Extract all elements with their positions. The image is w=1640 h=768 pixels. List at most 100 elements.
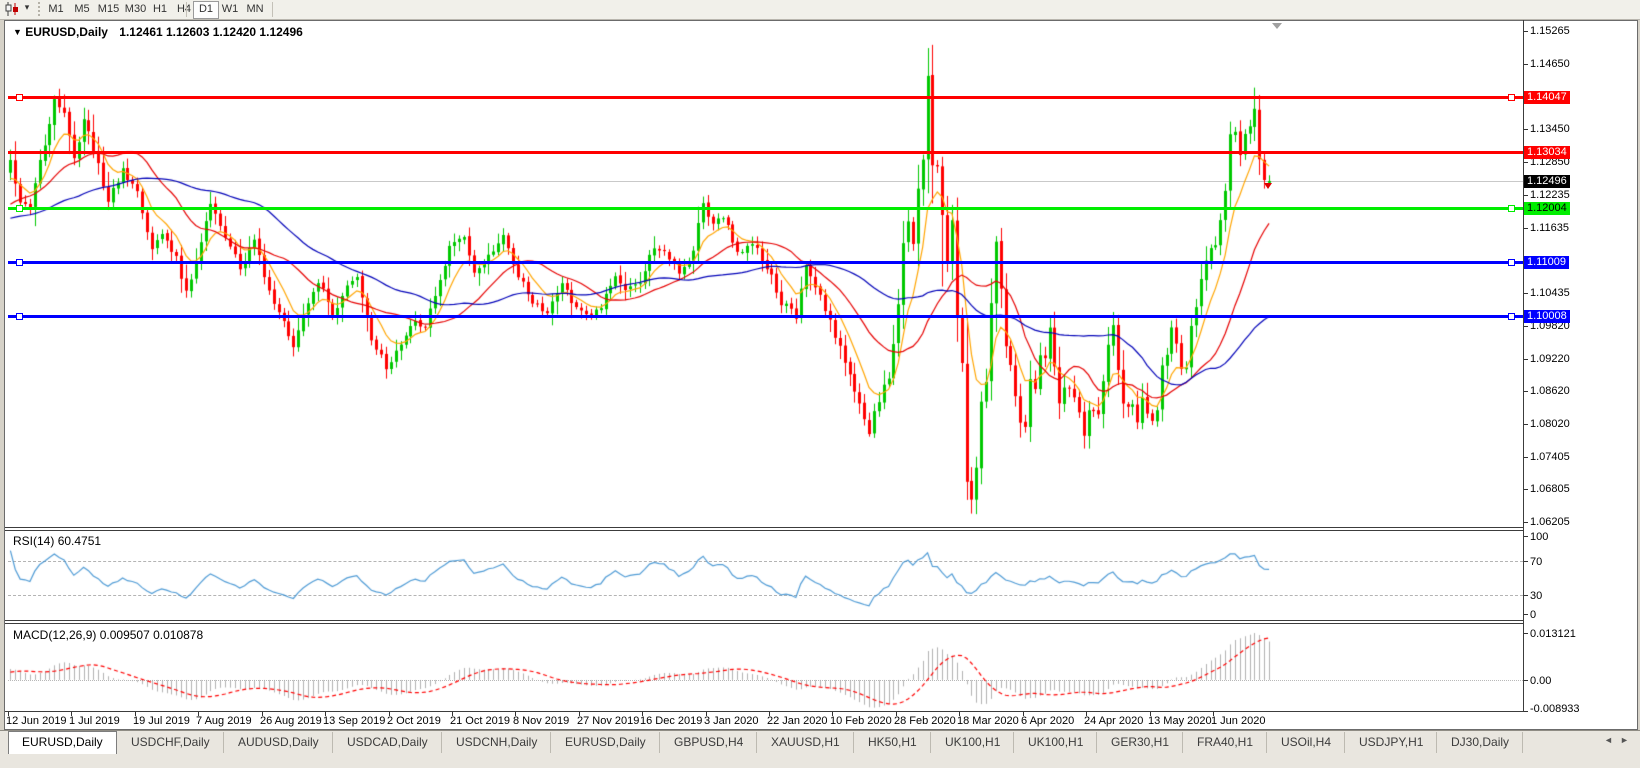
price-tick: [1524, 195, 1528, 196]
macd-axis-label: -0.008933: [1530, 703, 1580, 715]
price-tick: [1524, 228, 1528, 229]
date-tick-label: 27 Nov 2019: [577, 715, 640, 727]
panel-separator: [5, 711, 1523, 712]
date-tick-label: 8 Nov 2019: [513, 715, 570, 727]
last-price-arrow: [1264, 183, 1272, 189]
price-tick-label: 1.06205: [1530, 516, 1570, 528]
price-tick: [1524, 293, 1528, 294]
price-tick: [1524, 162, 1528, 163]
date-tick-label: 18 Mar 2020: [957, 715, 1019, 727]
price-tick-label: 1.15265: [1530, 25, 1570, 37]
price-badge-1.13034: 1.13034: [1524, 146, 1570, 159]
date-tick-label: 26 Aug 2019: [260, 715, 322, 727]
macd-axis-label: 0.00: [1530, 675, 1552, 687]
chart-title-symbol: EURUSD,Daily: [25, 25, 108, 39]
rsi-axis-tick: [1524, 614, 1528, 615]
date-tick-label: 28 Feb 2020: [894, 715, 956, 727]
macd-axis-tick: [1524, 711, 1528, 712]
price-tick: [1524, 457, 1528, 458]
macd-axis-tick: [1524, 680, 1528, 681]
rsi-title: RSI(14) 60.4751: [13, 534, 101, 548]
line-handle-left-1.10008[interactable]: [16, 313, 23, 320]
line-handle-right-1.14047[interactable]: [1508, 94, 1515, 101]
rsi-axis-tick: [1524, 536, 1528, 537]
date-tick-label: 13 May 2020: [1148, 715, 1212, 727]
price-tick: [1524, 64, 1528, 65]
macd-title: MACD(12,26,9) 0.009507 0.010878: [13, 628, 203, 642]
price-axis-border: [1523, 20, 1524, 712]
date-tick-label: 2 Oct 2019: [387, 715, 441, 727]
price-tick-label: 1.13450: [1530, 123, 1570, 135]
price-tick: [1524, 326, 1528, 327]
rsi-axis-label: 0: [1530, 609, 1537, 621]
price-badge-1.10008: 1.10008: [1524, 310, 1570, 323]
rsi-axis-label: 70: [1530, 556, 1543, 568]
price-tick: [1524, 359, 1528, 360]
rsi-axis-label: 100: [1530, 531, 1549, 543]
chart-ohlc-values: 1.12461 1.12603 1.12420 1.12496: [119, 25, 303, 39]
date-tick-label: 22 Jan 2020: [767, 715, 828, 727]
date-tick-label: 16 Dec 2019: [640, 715, 703, 727]
macd-current-values: 0.009507 0.010878: [99, 628, 204, 642]
symbol-dropdown-icon[interactable]: ▼: [13, 27, 22, 37]
chart-tab-eurusd-daily[interactable]: EURUSD,Daily: [8, 731, 117, 754]
price-badge-1.14047: 1.14047: [1524, 91, 1570, 104]
horizontal-line-1.14047[interactable]: [8, 96, 1523, 99]
line-handle-right-1.11009[interactable]: [1508, 259, 1515, 266]
line-handle-left-1.14047[interactable]: [16, 94, 23, 101]
price-badge-1.11009: 1.11009: [1524, 256, 1569, 269]
current-price-badge: 1.12496: [1524, 175, 1570, 188]
price-tick-label: 1.06805: [1530, 483, 1570, 495]
price-tick: [1524, 522, 1528, 523]
chart-title: ▼ EURUSD,Daily 1.12461 1.12603 1.12420 1…: [13, 25, 303, 39]
date-tick-label: 24 Apr 2020: [1084, 715, 1144, 727]
horizontal-line-1.11009[interactable]: [8, 261, 1523, 264]
price-tick-label: 1.11635: [1530, 222, 1569, 234]
horizontal-line-1.13034[interactable]: [8, 151, 1523, 154]
rsi-axis-label: 30: [1530, 590, 1543, 602]
price-tick: [1524, 489, 1528, 490]
price-tick-label: 1.09220: [1530, 353, 1570, 365]
panel-separator: [5, 620, 1523, 621]
line-handle-left-1.12004[interactable]: [16, 205, 23, 212]
chart-plot-canvas[interactable]: [0, 0, 1640, 768]
rsi-indicator-name: RSI(14): [13, 534, 55, 548]
price-tick: [1524, 391, 1528, 392]
date-tick-label: 10 Feb 2020: [830, 715, 892, 727]
tabs-scroll-right-button[interactable]: ►: [1620, 735, 1629, 745]
panel-separator: [5, 530, 1523, 531]
date-tick-label: 1 Jun 2020: [1211, 715, 1266, 727]
rsi-current-value: 60.4751: [57, 534, 102, 548]
date-tick-label: 12 Jun 2019: [6, 715, 67, 727]
price-tick-label: 1.12235: [1530, 189, 1570, 201]
price-tick: [1524, 31, 1528, 32]
price-tick-label: 1.07405: [1530, 451, 1570, 463]
price-tick-label: 1.08020: [1530, 418, 1570, 430]
price-tick-label: 1.14650: [1530, 58, 1570, 70]
line-handle-right-1.10008[interactable]: [1508, 313, 1515, 320]
price-tick: [1524, 424, 1528, 425]
rsi-axis-tick: [1524, 561, 1528, 562]
price-tick-label: 1.08620: [1530, 385, 1570, 397]
price-badge-1.12004: 1.12004: [1524, 202, 1570, 215]
date-tick-label: 19 Jul 2019: [133, 715, 190, 727]
horizontal-line-1.10008[interactable]: [8, 315, 1523, 318]
price-tick-label: 1.10435: [1530, 287, 1570, 299]
panel-separator: [5, 527, 1523, 528]
chart-shift-marker: [1272, 23, 1282, 29]
price-tick: [1524, 129, 1528, 130]
date-tick-label: 13 Sep 2019: [323, 715, 386, 727]
macd-indicator-name: MACD(12,26,9): [13, 628, 97, 642]
macd-axis-label: 0.013121: [1530, 628, 1576, 640]
date-tick-label: 3 Jan 2020: [704, 715, 759, 727]
date-tick-label: 1 Jul 2019: [69, 715, 120, 727]
panel-separator: [5, 623, 1523, 624]
macd-axis-tick: [1524, 633, 1528, 634]
date-tick-label: 21 Oct 2019: [450, 715, 510, 727]
date-tick-label: 6 Apr 2020: [1021, 715, 1075, 727]
horizontal-line-1.12004[interactable]: [8, 207, 1523, 210]
tabs-scroll-left-button[interactable]: ◄: [1604, 735, 1613, 745]
rsi-axis-tick: [1524, 595, 1528, 596]
line-handle-right-1.12004[interactable]: [1508, 205, 1515, 212]
line-handle-left-1.11009[interactable]: [16, 259, 23, 266]
